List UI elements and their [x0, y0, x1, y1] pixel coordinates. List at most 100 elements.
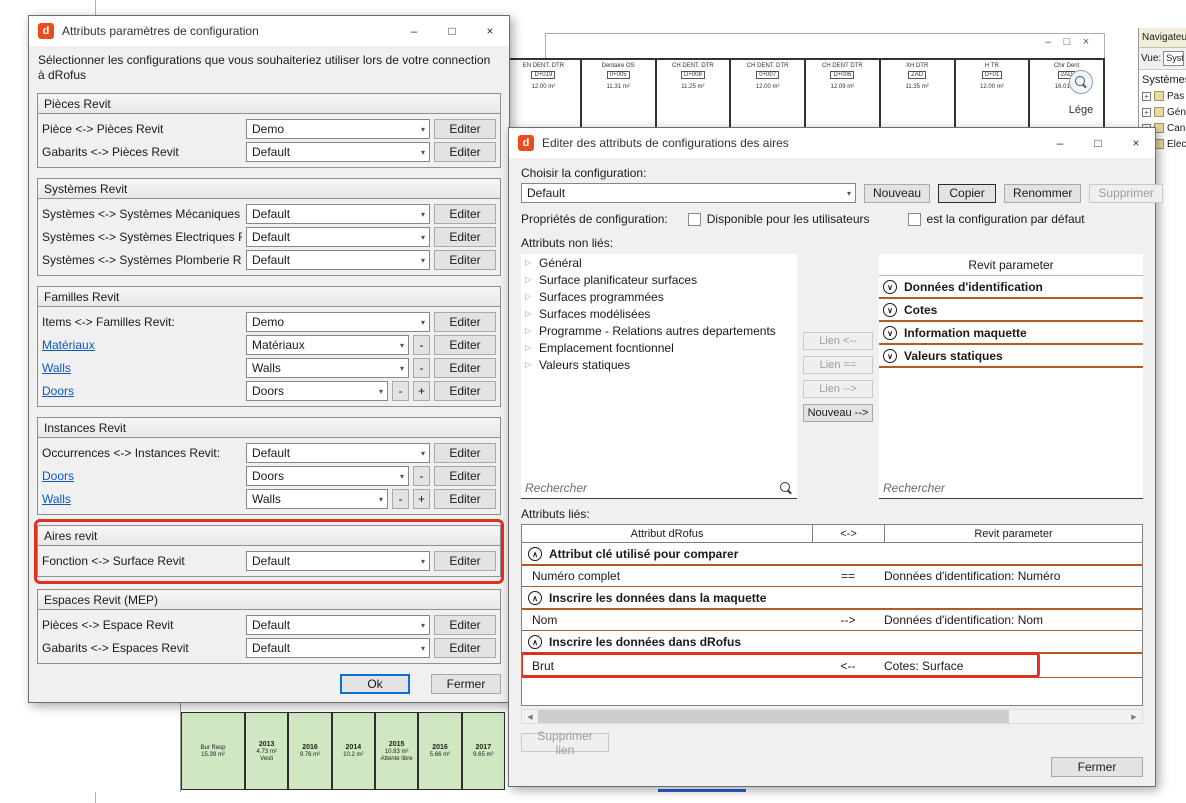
edit-button[interactable]: Editer: [434, 443, 496, 463]
copier-button[interactable]: Copier: [938, 184, 996, 203]
panel-restore-icon[interactable]: □: [1061, 36, 1073, 48]
tree-expander-icon[interactable]: ▷: [525, 309, 533, 318]
remove-mapping-button[interactable]: -: [392, 489, 409, 509]
table-row[interactable]: Numéro complet == Données d'identificati…: [522, 566, 1142, 587]
edit-button[interactable]: Editer: [434, 312, 496, 332]
config-select[interactable]: Matériaux▾: [246, 335, 409, 355]
panel-close-icon[interactable]: ×: [1080, 36, 1092, 48]
renommer-button[interactable]: Renommer: [1004, 184, 1081, 203]
table-group-write-model[interactable]: ∧Inscrire les données dans la maquette: [522, 587, 1142, 610]
expand-icon[interactable]: +: [1142, 108, 1151, 117]
doors-link[interactable]: Doors: [42, 384, 74, 398]
dialog2-titlebar[interactable]: d Editer des attributs de configurations…: [509, 128, 1155, 158]
config-select[interactable]: Demo▾: [246, 119, 430, 139]
edit-button[interactable]: Editer: [434, 142, 496, 162]
search-input[interactable]: [525, 481, 780, 495]
vue-select[interactable]: Systè: [1163, 51, 1184, 66]
close-icon[interactable]: ×: [1117, 128, 1155, 158]
remove-mapping-button[interactable]: -: [392, 381, 409, 401]
edit-button[interactable]: Editer: [434, 119, 496, 139]
add-mapping-button[interactable]: +: [413, 381, 430, 401]
panel-minimize-icon[interactable]: –: [1042, 36, 1054, 48]
tree-item[interactable]: ▷Valeurs statiques: [521, 356, 797, 373]
table-group-compare[interactable]: ∧Attribut clé utilisé pour comparer: [522, 543, 1142, 566]
available-users-checkbox[interactable]: [688, 213, 701, 226]
edit-button[interactable]: Editer: [434, 489, 496, 509]
edit-button[interactable]: Editer: [434, 615, 496, 635]
config-select[interactable]: Default▾: [246, 551, 430, 571]
search-input[interactable]: [883, 481, 1139, 495]
ok-button[interactable]: Ok: [340, 674, 410, 694]
walls-link[interactable]: Walls: [42, 492, 71, 506]
edit-button[interactable]: Editer: [434, 358, 496, 378]
revit-group-cotes[interactable]: ∨Cotes: [879, 299, 1143, 322]
systems-tree-item[interactable]: + Géni: [1139, 104, 1186, 120]
nouveau-button[interactable]: Nouveau: [864, 184, 930, 203]
tree-item[interactable]: ▷Emplacement focntionnel: [521, 339, 797, 356]
remove-mapping-button[interactable]: -: [413, 335, 430, 355]
horizontal-scrollbar[interactable]: ◀ ▶: [521, 709, 1143, 724]
config-select[interactable]: Default▾: [246, 615, 430, 635]
lien-gauche-button[interactable]: Lien <--: [803, 332, 873, 350]
table-row[interactable]: Nom --> Données d'identification: Nom: [522, 610, 1142, 631]
tree-expander-icon[interactable]: ▷: [525, 326, 533, 335]
tree-expander-icon[interactable]: ▷: [525, 292, 533, 301]
tree-expander-icon[interactable]: ▷: [525, 275, 533, 284]
table-group-write-drofus[interactable]: ∧Inscrire les données dans dRofus: [522, 631, 1142, 654]
config-select[interactable]: Doors▾: [246, 381, 388, 401]
tree-expander-icon[interactable]: ▷: [525, 343, 533, 352]
edit-button[interactable]: Editer: [434, 335, 496, 355]
config-select[interactable]: Demo▾: [246, 312, 430, 332]
lien-egal-button[interactable]: Lien ==: [803, 356, 873, 374]
tree-item[interactable]: ▷Programme - Relations autres departemen…: [521, 322, 797, 339]
revit-group-donnees-identification[interactable]: ∨Données d'identification: [879, 276, 1143, 299]
scrollbar-thumb[interactable]: [538, 710, 1009, 723]
config-select[interactable]: Default▾: [246, 443, 430, 463]
supprimer-lien-button[interactable]: Supprimer lien: [521, 733, 609, 752]
systems-tree-item[interactable]: + Pas d: [1139, 88, 1186, 104]
scroll-right-icon[interactable]: ▶: [1126, 713, 1142, 721]
zoom-wheel-button[interactable]: [1069, 70, 1093, 94]
tree-expander-icon[interactable]: ▷: [525, 360, 533, 369]
close-icon[interactable]: ×: [471, 16, 509, 46]
edit-button[interactable]: Editer: [434, 466, 496, 486]
doors-link[interactable]: Doors: [42, 469, 74, 483]
default-config-checkbox[interactable]: [908, 213, 921, 226]
config-select[interactable]: Doors▾: [246, 466, 409, 486]
fermer-button[interactable]: Fermer: [1051, 757, 1143, 777]
tree-expander-icon[interactable]: ▷: [525, 258, 533, 267]
scroll-left-icon[interactable]: ◀: [522, 713, 538, 721]
remove-mapping-button[interactable]: -: [413, 358, 430, 378]
config-select[interactable]: Default▾: [246, 204, 430, 224]
expand-icon[interactable]: +: [1142, 92, 1151, 101]
maximize-icon[interactable]: □: [433, 16, 471, 46]
tree-item[interactable]: ▷Surface planificateur surfaces: [521, 271, 797, 288]
minimize-icon[interactable]: –: [1041, 128, 1079, 158]
revit-group-information-maquette[interactable]: ∨Information maquette: [879, 322, 1143, 345]
walls-link[interactable]: Walls: [42, 361, 71, 375]
nouveau-lien-button[interactable]: Nouveau -->: [803, 404, 873, 422]
edit-button[interactable]: Editer: [434, 638, 496, 658]
minimize-icon[interactable]: –: [395, 16, 433, 46]
remove-mapping-button[interactable]: -: [413, 466, 430, 486]
config-select[interactable]: Default▾: [246, 142, 430, 162]
config-select[interactable]: Walls▾: [246, 489, 388, 509]
revit-group-valeurs-statiques[interactable]: ∨Valeurs statiques: [879, 345, 1143, 368]
tree-item[interactable]: ▷Surfaces modélisées: [521, 305, 797, 322]
dialog1-titlebar[interactable]: d Attributs paramètres de configuration …: [29, 16, 509, 46]
tree-item[interactable]: ▷Surfaces programmées: [521, 288, 797, 305]
table-row-brut-highlighted[interactable]: Brut <-- Cotes: Surface: [522, 654, 1142, 678]
edit-button[interactable]: Editer: [434, 250, 496, 270]
fermer-button[interactable]: Fermer: [431, 674, 501, 694]
tree-item[interactable]: ▷Général: [521, 254, 797, 271]
config-select[interactable]: Walls▾: [246, 358, 409, 378]
materiaux-link[interactable]: Matériaux: [42, 338, 95, 352]
supprimer-button[interactable]: Supprimer: [1089, 184, 1162, 203]
edit-button[interactable]: Editer: [434, 227, 496, 247]
add-mapping-button[interactable]: +: [413, 489, 430, 509]
edit-button[interactable]: Editer: [434, 381, 496, 401]
config-select[interactable]: Default▾: [246, 250, 430, 270]
maximize-icon[interactable]: □: [1079, 128, 1117, 158]
config-select[interactable]: Default▾: [246, 227, 430, 247]
lien-droite-button[interactable]: Lien -->: [803, 380, 873, 398]
